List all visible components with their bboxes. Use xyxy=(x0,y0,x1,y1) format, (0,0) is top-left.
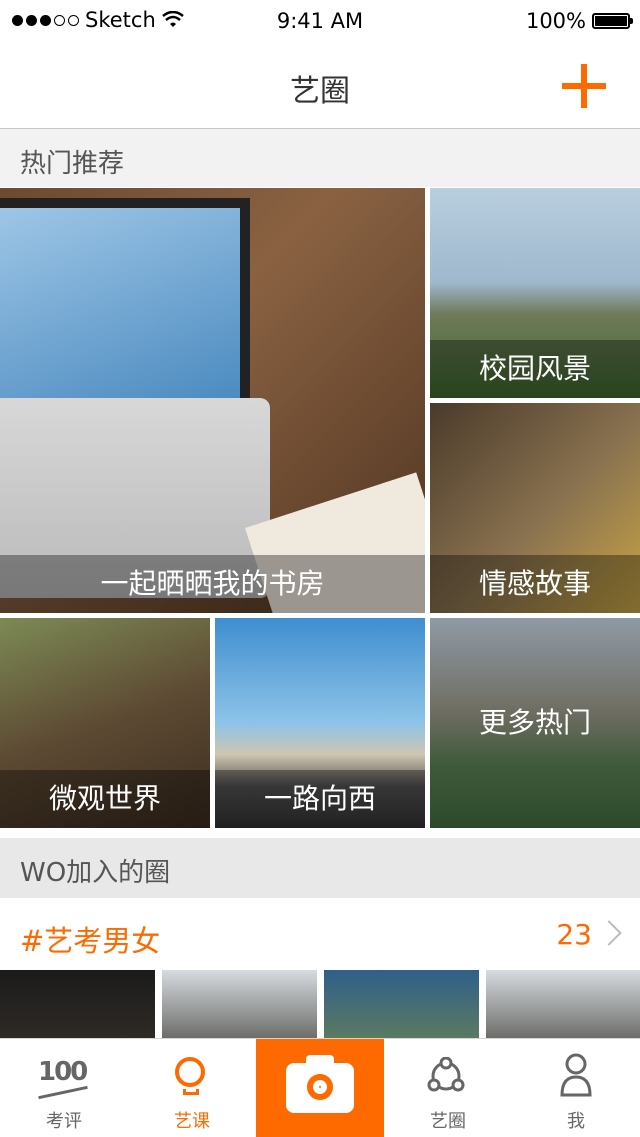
section-joined-header: WO加入的圈 xyxy=(0,838,640,898)
plus-icon[interactable] xyxy=(562,64,606,108)
tile-label: 一路向西 xyxy=(215,770,425,828)
laptop-photo xyxy=(0,198,250,408)
tab-label: 艺圈 xyxy=(430,1111,466,1132)
tab-me[interactable]: 我 xyxy=(512,1039,640,1137)
group-row[interactable]: #艺考男女 23 xyxy=(0,898,640,970)
tile-study-room[interactable]: 一起晒晒我的书房 xyxy=(0,188,425,613)
battery-status: 100% xyxy=(525,9,633,33)
chevron-right-icon xyxy=(596,920,622,946)
tab-camera[interactable] xyxy=(256,1039,384,1137)
thumbnail[interactable] xyxy=(324,970,479,1038)
battery-percent: 100% xyxy=(525,9,586,33)
thumbnail[interactable] xyxy=(162,970,317,1038)
status-bar: Sketch 9:41 AM 100% xyxy=(0,0,640,40)
tile-road-west[interactable]: 一路向西 xyxy=(215,618,425,828)
lightbulb-base xyxy=(183,1089,199,1095)
tile-label: 校园风景 xyxy=(430,340,640,398)
tab-label: 艺课 xyxy=(174,1111,210,1132)
section-hot-title: 热门推荐 xyxy=(20,149,125,179)
tile-micro-world[interactable]: 微观世界 xyxy=(0,618,210,828)
tile-more-hot[interactable]: 更多热门 xyxy=(430,618,640,828)
tile-campus-scenery[interactable]: 校园风景 xyxy=(430,188,640,398)
tab-bar: 100 考评 艺课 艺圈 我 xyxy=(0,1038,640,1137)
score-100-icon: 100 xyxy=(38,1057,88,1087)
person-icon xyxy=(560,1053,592,1097)
tab-kaoping[interactable]: 100 考评 xyxy=(0,1039,128,1137)
page-title: 艺圈 xyxy=(290,74,350,109)
thumbnail[interactable] xyxy=(486,970,640,1038)
circle-share-icon xyxy=(427,1057,465,1092)
group-count: 23 xyxy=(556,918,592,951)
group-name: #艺考男女 xyxy=(20,924,161,958)
battery-icon xyxy=(592,13,633,29)
thumbnail[interactable] xyxy=(0,970,155,1038)
navigation-bar: 艺圈 xyxy=(0,40,640,129)
tile-label: 一起晒晒我的书房 xyxy=(0,555,425,613)
camera-icon xyxy=(286,1055,354,1113)
tile-label: 更多热门 xyxy=(478,706,591,739)
section-hot-header: 热门推荐 xyxy=(0,129,640,187)
tab-yike[interactable]: 艺课 xyxy=(128,1039,256,1137)
tab-label: 考评 xyxy=(46,1111,82,1132)
tile-label: 情感故事 xyxy=(430,555,640,613)
lightbulb-icon xyxy=(175,1057,205,1087)
tile-label: 微观世界 xyxy=(0,770,210,828)
tab-yiquan[interactable]: 艺圈 xyxy=(384,1039,512,1137)
tab-label: 我 xyxy=(567,1111,585,1132)
tile-emotional-stories[interactable]: 情感故事 xyxy=(430,403,640,613)
group-thumbnails xyxy=(0,970,640,1038)
section-joined-title: WO加入的圈 xyxy=(20,858,171,888)
